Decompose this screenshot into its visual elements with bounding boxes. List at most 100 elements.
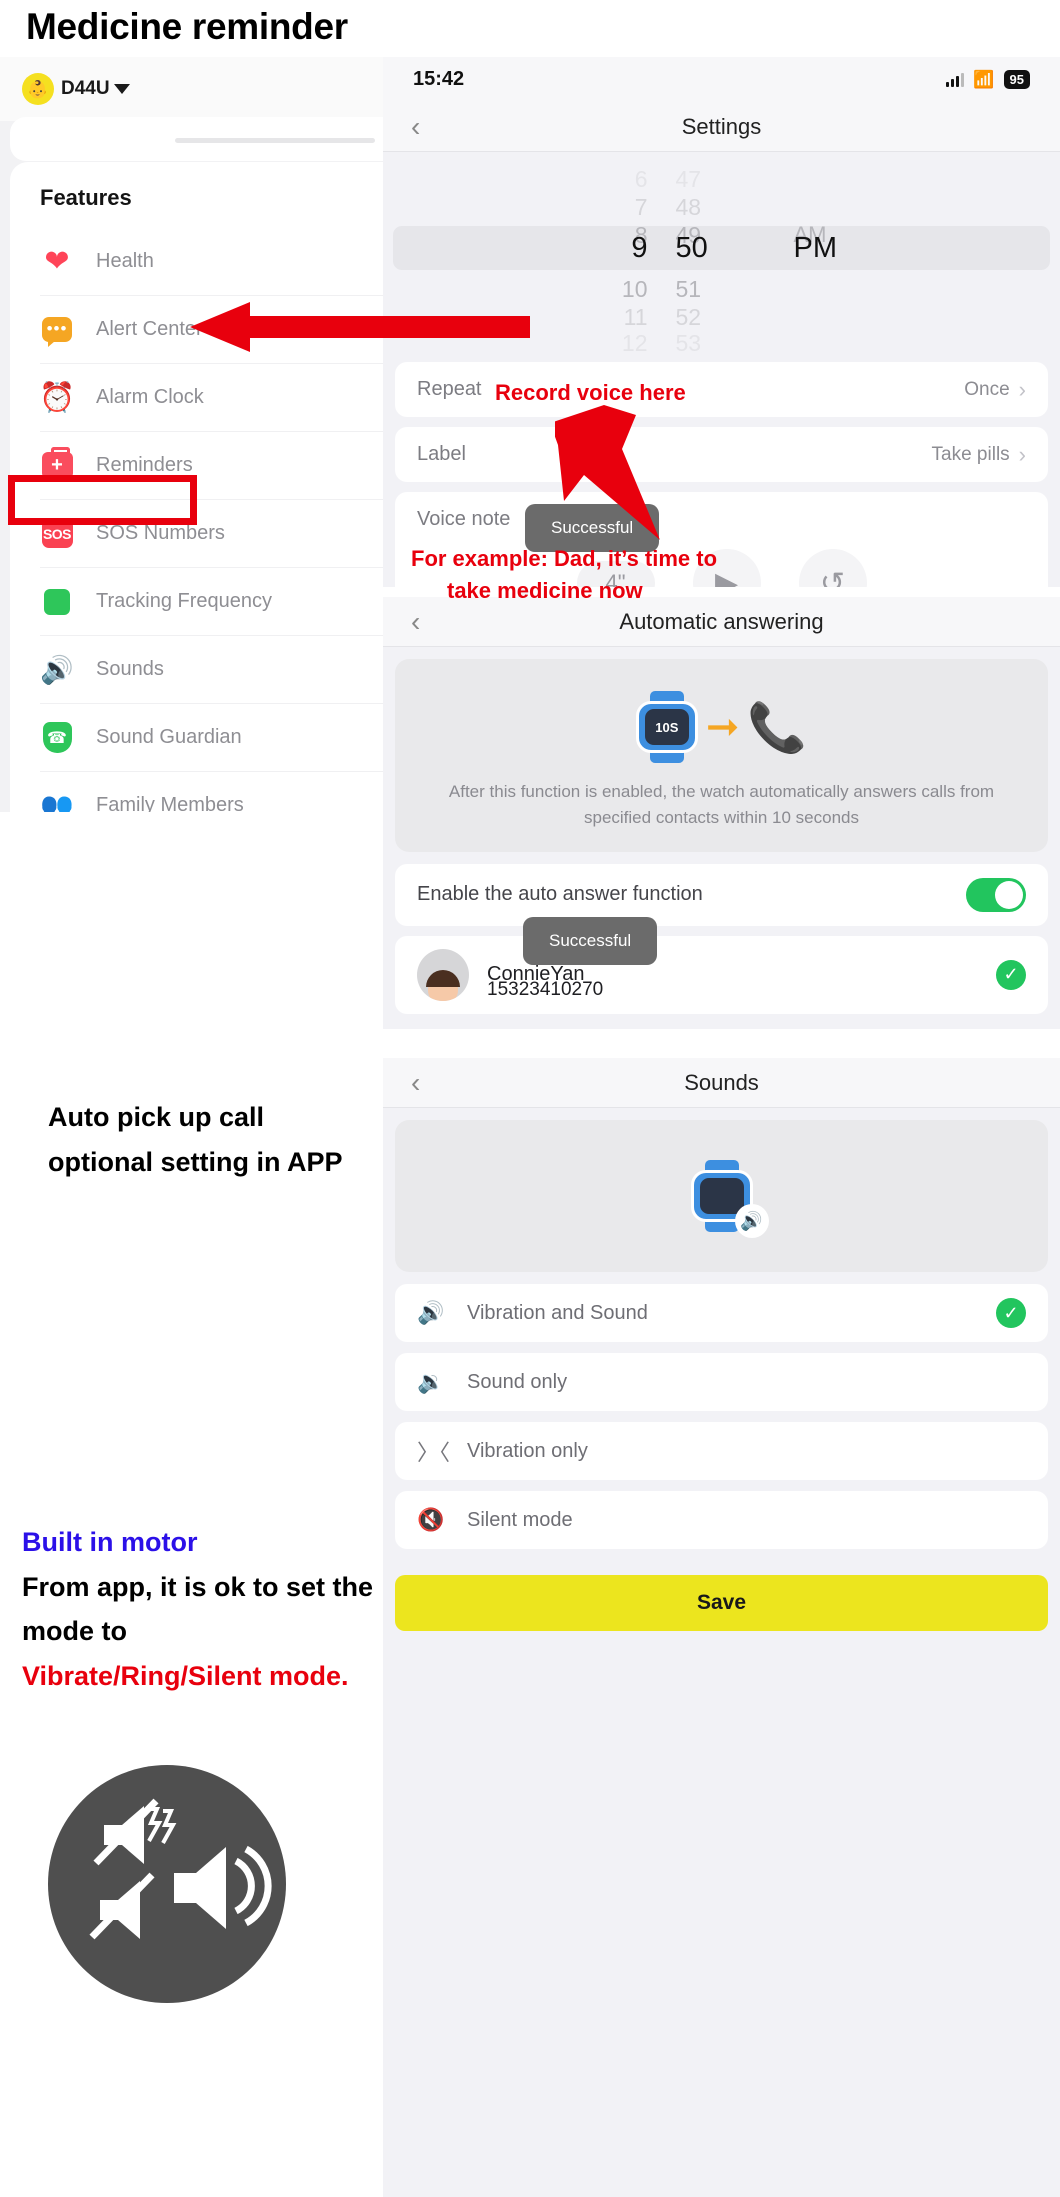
chevron-down-icon[interactable] xyxy=(113,84,130,94)
sound-option-label: Vibration only xyxy=(467,1439,588,1462)
sound-option-sound-only[interactable]: 🔉 Sound only xyxy=(395,1353,1048,1411)
reminders-highlight-box xyxy=(8,475,197,525)
repeat-row[interactable]: Repeat Once › xyxy=(395,362,1048,417)
page-title: Medicine reminder xyxy=(26,6,348,47)
meridiem-selected[interactable]: PM xyxy=(772,232,892,265)
alert-bubble-icon: ••• xyxy=(40,313,74,347)
sound-modes-glyphs xyxy=(89,1798,272,1940)
sidebar-item-label: Alarm Clock xyxy=(96,386,204,408)
hour-option[interactable]: 10 xyxy=(552,276,662,303)
phone-shield-icon: ☎ xyxy=(40,721,74,755)
selected-check-icon: ✓ xyxy=(996,1298,1026,1328)
page-heading: Automatic answering xyxy=(619,608,824,634)
minute-option[interactable]: 48 xyxy=(662,194,772,221)
sound-option-vibration-only[interactable]: 〉〈 Vibration only xyxy=(395,1422,1048,1480)
callout-heading: Built in motor xyxy=(22,1527,198,1557)
meridiem-wheel[interactable]: AM PM xyxy=(772,152,892,352)
arrow-right-icon: ➞ xyxy=(705,705,740,749)
toast-successful: Successful xyxy=(523,917,658,965)
phone-autoanswer-screen: ‹ Automatic answering 10S ➞ 📞 After this… xyxy=(383,597,1060,1029)
status-time: 15:42 xyxy=(413,68,465,90)
avatar xyxy=(417,948,469,1001)
sidebar-item-label: Sounds xyxy=(96,658,164,680)
red-arrow-to-reminders xyxy=(190,302,530,352)
autoanswer-nav-bar: ‹ Automatic answering xyxy=(383,597,1060,647)
autoanswer-hero: 10S ➞ 📞 After this function is enabled, … xyxy=(395,659,1048,852)
watch-badge: 10S xyxy=(644,709,689,745)
sidebar-item-label: Family Members xyxy=(96,794,244,812)
sidebar-item-label: Health xyxy=(96,249,154,272)
megaphone-icon: 🔊 xyxy=(40,654,74,685)
minute-option[interactable]: 53 xyxy=(662,330,772,352)
hour-option[interactable]: 12 xyxy=(552,330,662,352)
sidebar-item-label: Sound Guardian xyxy=(96,726,242,748)
sidebar-item-label: Reminders xyxy=(96,454,193,476)
red-arrow-to-record xyxy=(555,405,660,540)
family-icon: 👥 xyxy=(40,790,74,813)
contact-row[interactable]: ConnieYan 15323410270 ✓ xyxy=(395,935,1048,1014)
hour-wheel[interactable]: 6 7 8 9 10 11 12 xyxy=(552,152,662,352)
save-button[interactable]: Save xyxy=(395,1575,1048,1631)
settings-nav-bar: ‹ Settings xyxy=(383,102,1060,152)
signal-icon xyxy=(946,72,965,87)
label-row[interactable]: Label Take pills › xyxy=(395,427,1048,482)
autoanswer-toggle[interactable] xyxy=(966,877,1026,912)
minute-selected[interactable]: 50 xyxy=(662,232,772,265)
annotation-record-voice: Record voice here xyxy=(495,380,686,405)
voice-note-card: Voice note 4" ▶ ↺ Successful xyxy=(395,492,1048,587)
sound-option-silent-mode[interactable]: 🔇 Silent mode xyxy=(395,1491,1048,1549)
back-icon[interactable]: ‹ xyxy=(411,606,420,638)
selected-check-icon: ✓ xyxy=(996,959,1026,990)
sidebar-item-label: Alert Center xyxy=(96,318,203,340)
sidebar-item-label: Tracking Frequency xyxy=(96,590,272,612)
chevron-right-icon: › xyxy=(1018,376,1026,402)
sound-option-vibration-and-sound[interactable]: 🔊 Vibration and Sound ✓ xyxy=(395,1284,1048,1342)
avatar: 👶 xyxy=(22,73,54,105)
voice-note-label: Voice note xyxy=(417,508,511,530)
sound-modes-illustration xyxy=(48,1765,286,2003)
annotation-example-line1: For example: Dad, it’s time to xyxy=(411,546,718,571)
minute-option[interactable]: 51 xyxy=(662,276,772,303)
enable-autoanswer-row[interactable]: Enable the auto answer function xyxy=(395,863,1048,926)
toggle-label: Enable the auto answer function xyxy=(417,883,703,906)
repeat-label: Repeat xyxy=(417,378,482,400)
callout-line: mode to xyxy=(22,1616,127,1647)
wifi-icon: 📶 xyxy=(973,69,995,89)
annotation-example-line2: take medicine now xyxy=(447,578,643,603)
speaker-vibrate-icon: 🔊 xyxy=(417,1300,445,1325)
back-icon[interactable]: ‹ xyxy=(411,111,420,143)
back-icon[interactable]: ‹ xyxy=(411,1067,420,1099)
repeat-value: Once xyxy=(964,378,1010,400)
speaker-mute-icon: 🔇 xyxy=(417,1507,445,1532)
page-heading: Sounds xyxy=(684,1069,759,1095)
hour-option[interactable]: 11 xyxy=(552,304,662,331)
callout-line: optional setting in APP xyxy=(48,1146,343,1177)
callout-line: From app, it is ok to set the xyxy=(22,1571,374,1602)
hour-option[interactable]: 7 xyxy=(552,194,662,221)
label-label: Label xyxy=(417,443,466,465)
minute-option[interactable]: 52 xyxy=(662,304,772,331)
placeholder-line xyxy=(175,138,375,143)
chevron-right-icon: › xyxy=(1018,441,1026,467)
sound-option-label: Silent mode xyxy=(467,1508,573,1531)
minute-wheel[interactable]: 47 48 49 50 51 52 53 xyxy=(662,152,772,352)
vibrate-icon: 〉〈 xyxy=(417,1440,451,1465)
hour-option[interactable]: 6 xyxy=(552,166,662,193)
layers-icon xyxy=(40,585,77,622)
undo-button[interactable]: ↺ xyxy=(798,549,867,587)
callout-line: Vibrate/Ring/Silent mode. xyxy=(22,1660,349,1691)
callout-line: Auto pick up call xyxy=(48,1102,265,1132)
sidebar-item-label: SOS Numbers xyxy=(96,522,225,544)
label-value: Take pills xyxy=(931,443,1010,465)
callout-built-in-motor: Built in motor From app, it is ok to set… xyxy=(22,1520,373,1698)
hour-selected[interactable]: 9 xyxy=(552,232,662,265)
page-heading: Settings xyxy=(681,113,762,139)
minute-option[interactable]: 47 xyxy=(662,166,772,193)
sounds-nav-bar: ‹ Sounds xyxy=(383,1058,1060,1108)
speaker-wave-icon: 🔉 xyxy=(417,1369,445,1394)
smartwatch-icon: 🔊 xyxy=(690,1160,769,1238)
smartwatch-icon: 10S xyxy=(635,691,698,763)
phone-sounds-screen: ‹ Sounds 🔊 🔊 Vibration and Sound ✓ 🔉 Sou… xyxy=(383,1058,1060,2197)
heart-icon: ❤ xyxy=(44,244,70,278)
sounds-hero: 🔊 xyxy=(395,1120,1048,1272)
